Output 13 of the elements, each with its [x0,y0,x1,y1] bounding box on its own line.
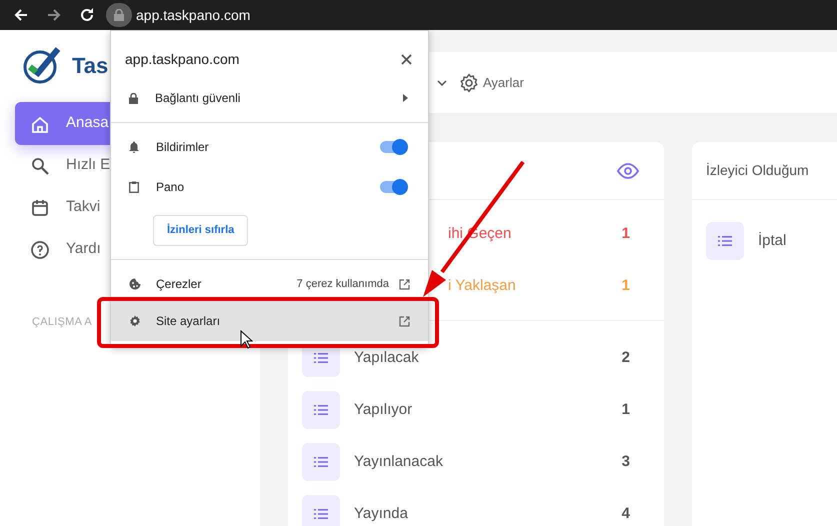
row-count: 2 [622,348,630,368]
popup-title: app.taskpano.com [125,50,240,69]
card-title: İzleyici Olduğum [706,161,809,180]
permission-label: Pano [156,179,184,196]
section-title: ÇALIŞMA A [32,315,92,330]
permission-label: Bildirimler [156,139,209,156]
cookie-count: 7 çerez kullanımda [296,276,389,292]
row-count: 1 [622,224,630,244]
row-count: 1 [622,276,630,296]
row-count: 4 [622,504,630,524]
logo-text: Tas [72,52,108,80]
row-count: 1 [622,400,630,420]
row-count: 3 [622,452,630,472]
